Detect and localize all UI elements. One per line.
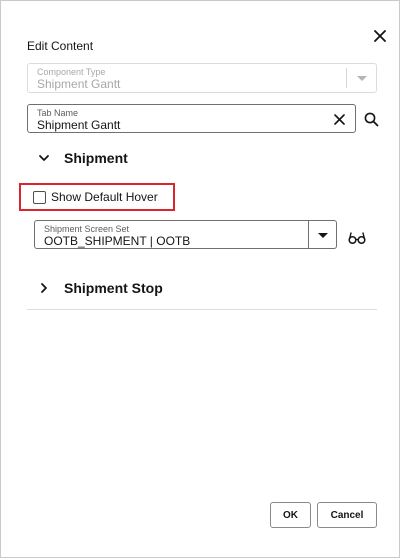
close-icon	[374, 30, 386, 42]
shipment-stop-section-header[interactable]: Shipment Stop	[37, 280, 163, 296]
shipment-screen-set-select[interactable]: Shipment Screen Set OOTB_SHIPMENT | OOTB	[34, 220, 337, 249]
show-default-hover-checkbox-row[interactable]: Show Default Hover	[33, 190, 158, 204]
component-type-value: Shipment Gantt	[37, 77, 121, 91]
edit-content-dialog: Edit Content Component Type Shipment Gan…	[0, 0, 400, 558]
show-default-hover-label: Show Default Hover	[51, 190, 158, 204]
close-button[interactable]	[369, 25, 391, 47]
chevron-right-icon	[37, 281, 51, 295]
shipment-screen-set-label: Shipment Screen Set	[44, 224, 130, 234]
chevron-down-icon[interactable]	[318, 233, 328, 238]
shipment-stop-section-title: Shipment Stop	[64, 280, 163, 296]
cancel-button[interactable]: Cancel	[317, 502, 377, 528]
dialog-title: Edit Content	[27, 39, 94, 53]
tab-name-input[interactable]: Shipment Gantt	[37, 118, 120, 132]
ok-button[interactable]: OK	[270, 502, 311, 528]
search-button[interactable]	[361, 109, 381, 129]
dropdown-separator	[346, 68, 347, 88]
dropdown-separator	[308, 221, 309, 248]
shipment-section-title: Shipment	[64, 150, 128, 166]
clear-icon	[333, 113, 345, 125]
show-default-hover-checkbox[interactable]	[33, 190, 46, 204]
component-type-label: Component Type	[37, 67, 106, 77]
glasses-icon	[348, 232, 366, 245]
clear-button[interactable]	[332, 112, 346, 126]
component-type-select: Component Type Shipment Gantt	[27, 63, 377, 93]
shipment-screen-set-value: OOTB_SHIPMENT | OOTB	[44, 234, 191, 248]
chevron-down-icon	[37, 151, 51, 165]
search-icon	[364, 112, 378, 126]
tab-name-label: Tab Name	[37, 108, 79, 118]
section-divider	[27, 309, 377, 310]
chevron-down-icon	[357, 76, 367, 81]
tab-name-field[interactable]: Tab Name Shipment Gantt	[27, 104, 356, 133]
view-screen-set-button[interactable]	[346, 229, 368, 247]
shipment-section-header[interactable]: Shipment	[37, 150, 128, 166]
